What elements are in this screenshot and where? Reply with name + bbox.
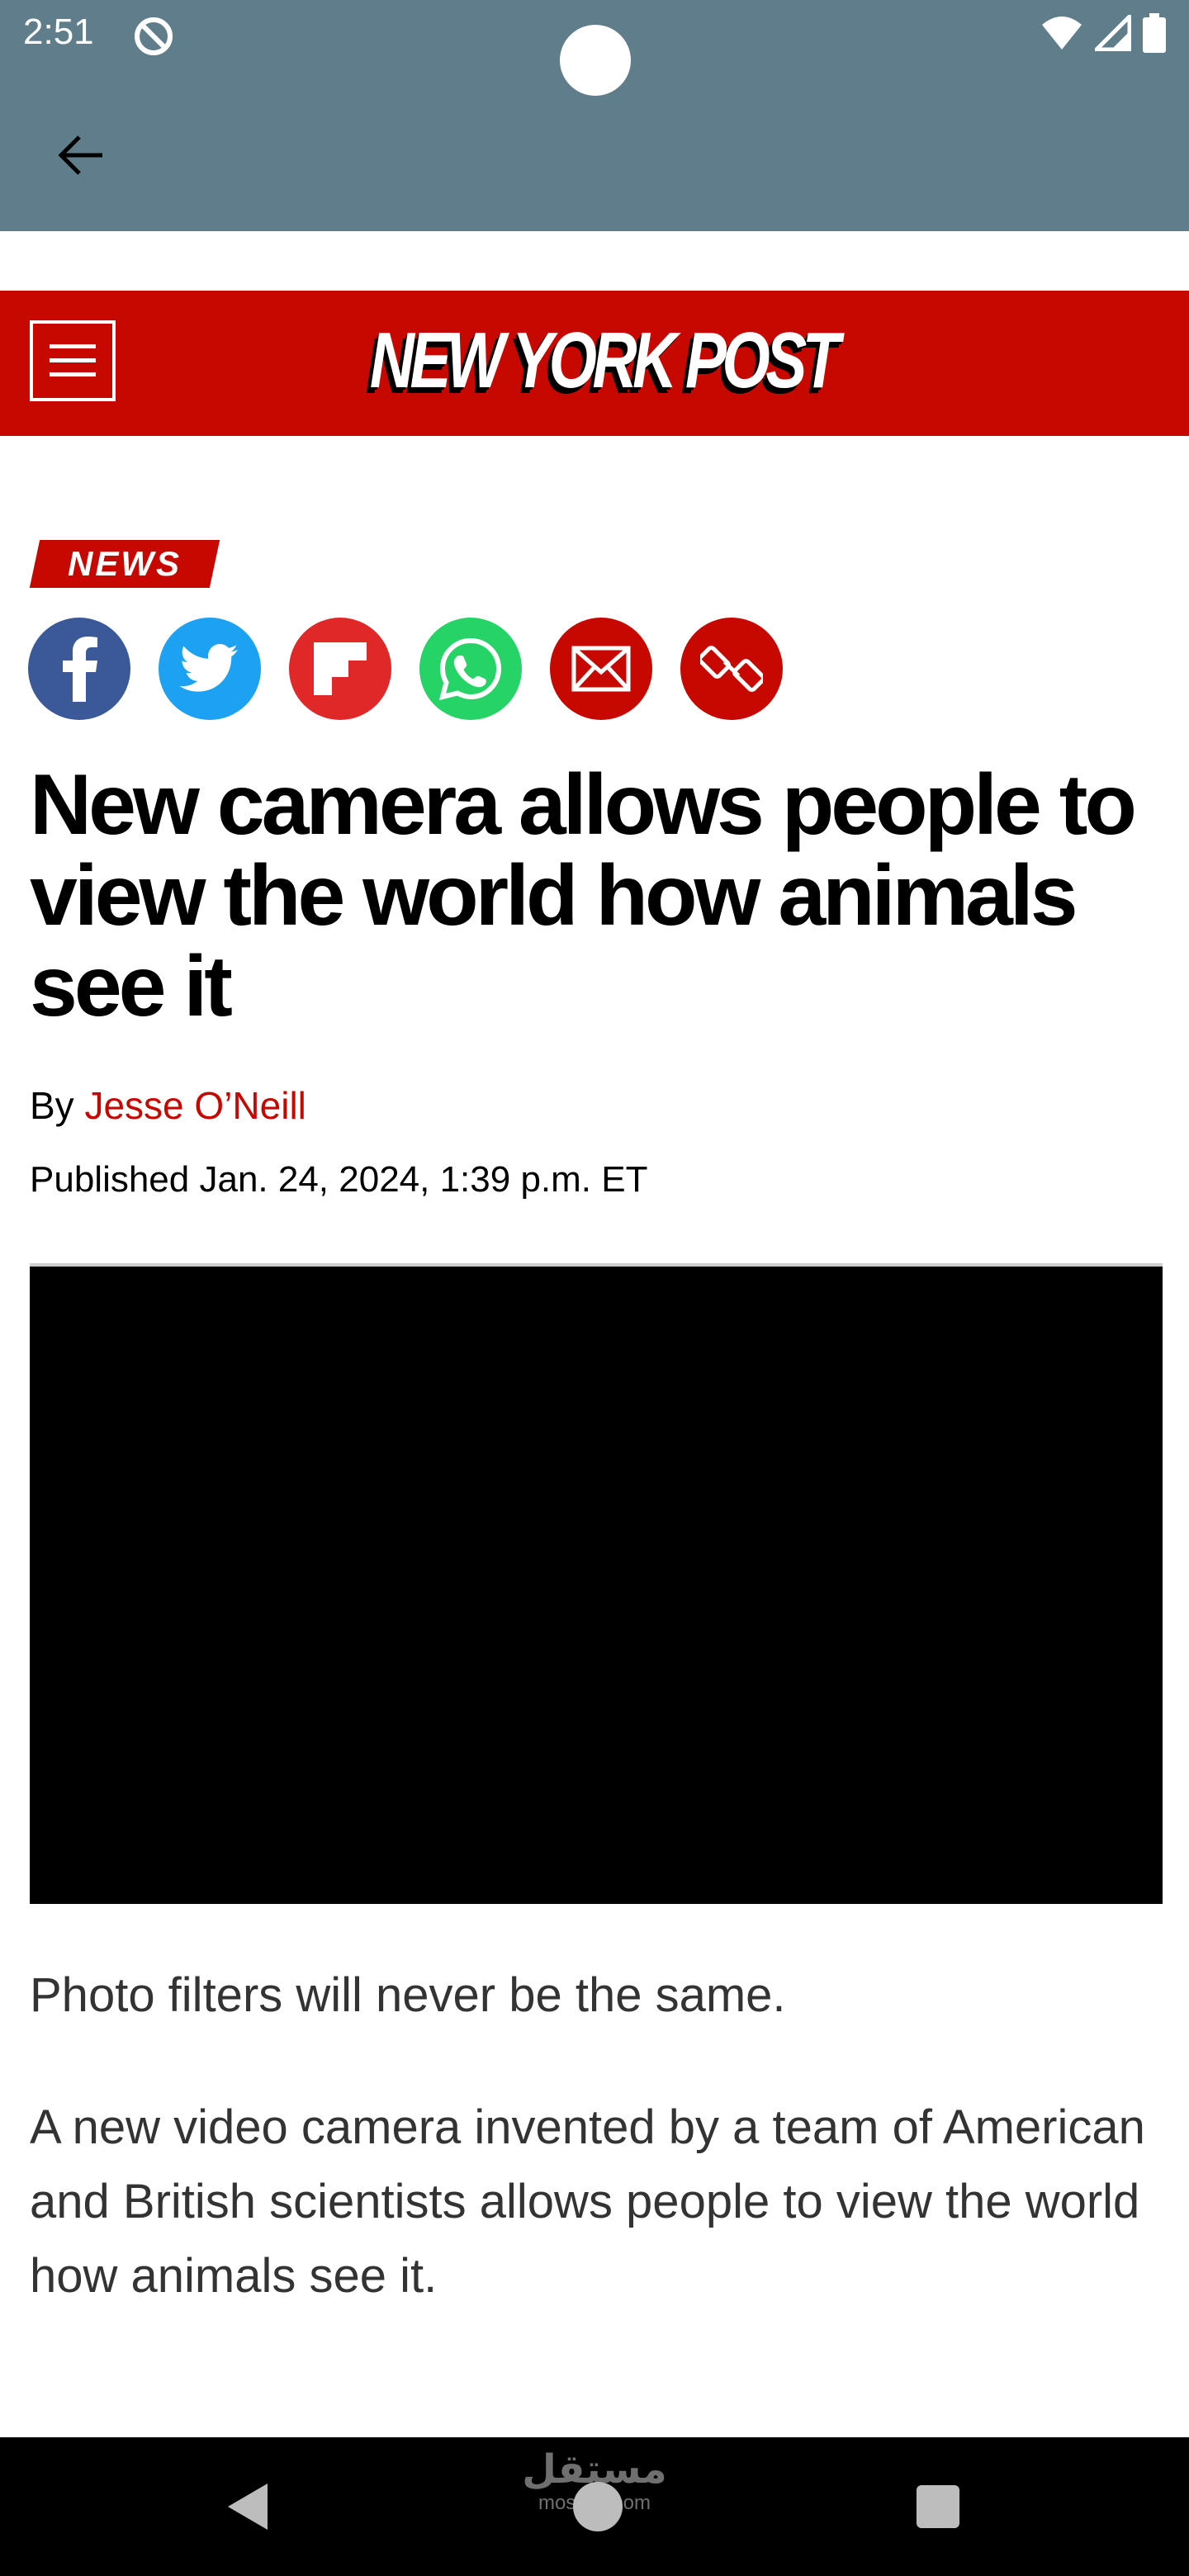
section-tag-label: NEWS bbox=[68, 544, 182, 583]
back-button[interactable] bbox=[41, 116, 121, 195]
arrow-left-icon bbox=[58, 135, 102, 175]
masthead: NEW YORK POST bbox=[0, 291, 1189, 436]
share-buttons bbox=[28, 618, 783, 720]
wifi-icon bbox=[1042, 17, 1082, 50]
copy-link-icon bbox=[700, 646, 763, 692]
facebook-share-button[interactable] bbox=[28, 618, 130, 720]
whatsapp-share-button[interactable] bbox=[419, 618, 522, 720]
email-share-icon bbox=[571, 646, 631, 692]
byline-prefix: By bbox=[30, 1084, 85, 1127]
article-headline: New camera allows people to view the wor… bbox=[30, 757, 1137, 1035]
system-nav-bar: مستقل mostaql.com bbox=[0, 2437, 1189, 2576]
author-link[interactable]: Jesse O’Neill bbox=[84, 1084, 306, 1127]
status-time: 2:51 bbox=[23, 12, 94, 52]
whatsapp-share-icon bbox=[438, 637, 502, 701]
site-logo[interactable]: NEW YORK POST bbox=[370, 315, 841, 406]
twitter-share-icon bbox=[180, 644, 238, 692]
nav-back-icon[interactable] bbox=[225, 2480, 271, 2533]
app-notification-icon bbox=[135, 17, 173, 55]
copy-link-button[interactable] bbox=[680, 618, 783, 720]
hamburger-menu-icon bbox=[50, 344, 96, 376]
nav-recents-icon[interactable] bbox=[917, 2485, 959, 2528]
video-player[interactable] bbox=[30, 1263, 1163, 1904]
battery-icon bbox=[1143, 13, 1166, 53]
status-and-app-bar: 2:51 bbox=[0, 0, 1189, 231]
published-date: Published Jan. 24, 2024, 1:39 p.m. ET bbox=[30, 1159, 648, 1200]
article-paragraph: Photo filters will never be the same. bbox=[30, 1968, 786, 2022]
menu-button[interactable] bbox=[30, 320, 116, 401]
article-paragraph: A new video camera invented by a team of… bbox=[30, 2100, 1145, 2303]
cell-signal-icon bbox=[1095, 15, 1131, 51]
flipboard-share-button[interactable] bbox=[289, 618, 391, 720]
facebook-share-icon bbox=[63, 637, 97, 702]
camera-cutout bbox=[560, 25, 631, 96]
flipboard-share-icon bbox=[314, 642, 367, 695]
byline: By Jesse O’Neill bbox=[30, 1083, 306, 1128]
section-tag[interactable]: NEWS bbox=[29, 540, 220, 588]
nav-home-icon[interactable] bbox=[573, 2482, 623, 2531]
email-share-button[interactable] bbox=[550, 618, 652, 720]
twitter-share-button[interactable] bbox=[159, 618, 261, 720]
status-icons bbox=[1040, 13, 1166, 53]
